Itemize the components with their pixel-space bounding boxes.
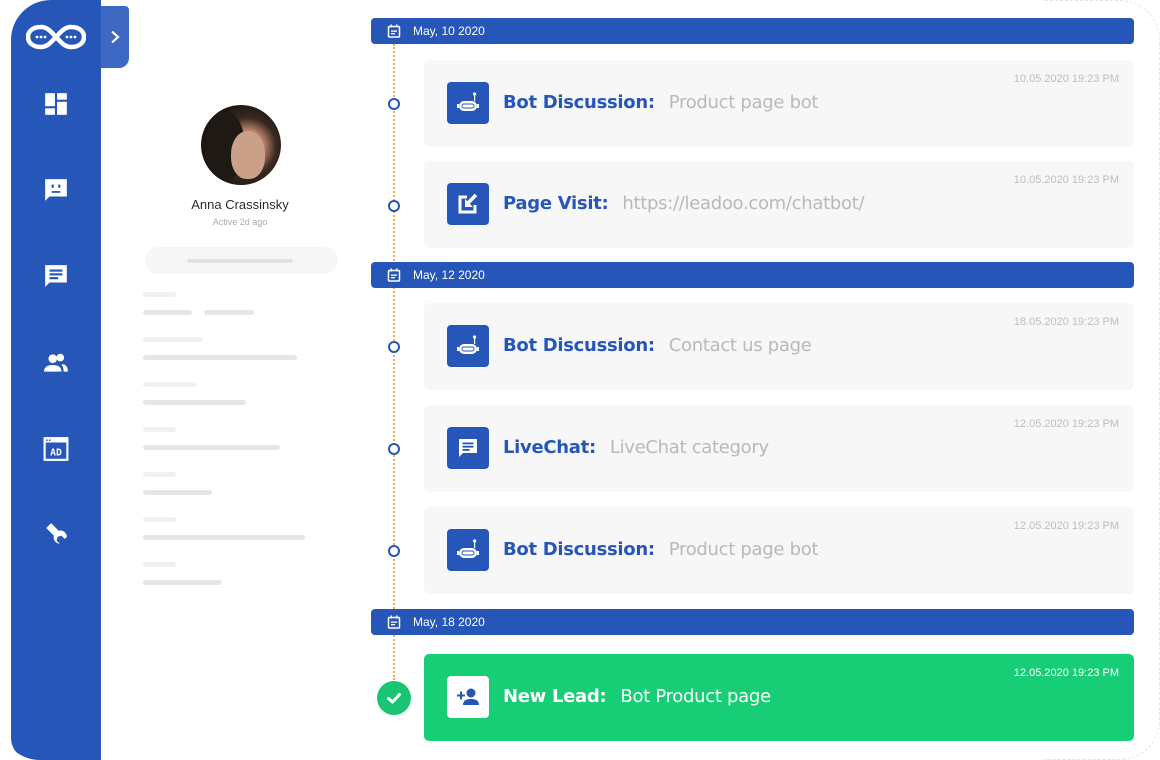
infinity-chat-logo[interactable] (26, 24, 86, 50)
event-timestamp: 10.05.2020 19:23 PM (1013, 174, 1119, 186)
calendar-icon (387, 24, 401, 38)
sidebar-item-bots[interactable] (42, 176, 70, 204)
event-timestamp: 10.05.2020 19:23 PM (1013, 73, 1119, 85)
dashboard-icon (45, 93, 67, 115)
message-icon (459, 439, 477, 457)
event-timestamp: 12.05.2020 19:23 PM (1013, 667, 1119, 679)
date-header: May, 12 2020 (371, 262, 1134, 288)
timeline-dot (388, 341, 400, 353)
sidebar-item-dashboard[interactable] (42, 90, 70, 118)
sidebar: AD (11, 0, 101, 760)
profile-status: Active 2d ago (212, 217, 268, 227)
event-type: Page Visit: (503, 193, 609, 214)
profile-name: Anna Crassinsky (191, 197, 289, 212)
chevron-right-icon (111, 30, 120, 44)
calendar-icon (387, 615, 401, 629)
timeline-line (393, 44, 395, 680)
robot-icon (457, 335, 479, 354)
app-window: AD Anna Crassinsky Active 2d ago May, 10… (0, 0, 1160, 760)
wrench-icon (46, 523, 67, 544)
timeline-dot (388, 200, 400, 212)
check-circle-icon (377, 681, 411, 715)
sidebar-item-ads[interactable]: AD (42, 435, 70, 463)
sidebar-toggle-button[interactable] (101, 6, 129, 68)
timeline-event[interactable]: Bot Discussion: Product page bot 10.05.20… (424, 60, 1134, 147)
event-type: New Lead: (503, 686, 607, 707)
timeline-dot (388, 98, 400, 110)
message-icon (45, 265, 67, 287)
date-label: May, 12 2020 (413, 268, 485, 282)
avatar (201, 105, 281, 185)
date-label: May, 10 2020 (413, 24, 485, 38)
event-timestamp: 18.05.2020 19:23 PM (1013, 316, 1119, 328)
event-type: Bot Discussion: (503, 539, 655, 560)
robot-icon (457, 92, 479, 111)
timeline-event-new-lead[interactable]: New Lead: Bot Product page 12.05.2020 19:… (424, 654, 1134, 741)
profile-action-placeholder[interactable] (145, 247, 338, 274)
date-label: May, 18 2020 (413, 615, 485, 629)
timeline-event[interactable]: Bot Discussion: Product page bot 12.05.20… (424, 507, 1134, 594)
sidebar-item-settings[interactable] (42, 520, 70, 548)
event-timestamp: 12.05.2020 19:23 PM (1013, 520, 1119, 532)
event-type: LiveChat: (503, 437, 596, 458)
calendar-icon (387, 268, 401, 282)
bot-chat-icon (45, 179, 67, 201)
timeline-dot (388, 443, 400, 455)
page-visit-icon (458, 193, 478, 214)
date-header: May, 10 2020 (371, 18, 1134, 44)
timeline-event[interactable]: Bot Discussion: Contact us page 18.05.202… (424, 303, 1134, 390)
event-detail: Contact us page (668, 335, 812, 356)
sidebar-item-livechat[interactable] (42, 262, 70, 290)
robot-icon (457, 539, 479, 558)
event-type: Bot Discussion: (503, 335, 655, 356)
event-type: Bot Discussion: (503, 92, 655, 113)
event-detail-link[interactable]: https://leadoo.com/chatbot/ (622, 193, 864, 214)
people-icon (44, 353, 68, 372)
timeline-event[interactable]: LiveChat: LiveChat category 12.05.2020 19… (424, 405, 1134, 492)
event-detail: Product page bot (668, 92, 819, 113)
date-header: May, 18 2020 (371, 609, 1134, 635)
event-detail: LiveChat category (609, 437, 769, 458)
timeline-event[interactable]: Page Visit: https://leadoo.com/chatbot/ 1… (424, 161, 1134, 248)
svg-text:AD: AD (50, 448, 62, 459)
event-detail: Bot Product page (620, 686, 771, 707)
add-person-icon (457, 688, 479, 705)
event-detail: Product page bot (668, 539, 819, 560)
ad-icon: AD (43, 437, 69, 461)
event-timestamp: 12.05.2020 19:23 PM (1013, 418, 1119, 430)
timeline-dot (388, 545, 400, 557)
sidebar-item-contacts[interactable] (42, 349, 70, 377)
